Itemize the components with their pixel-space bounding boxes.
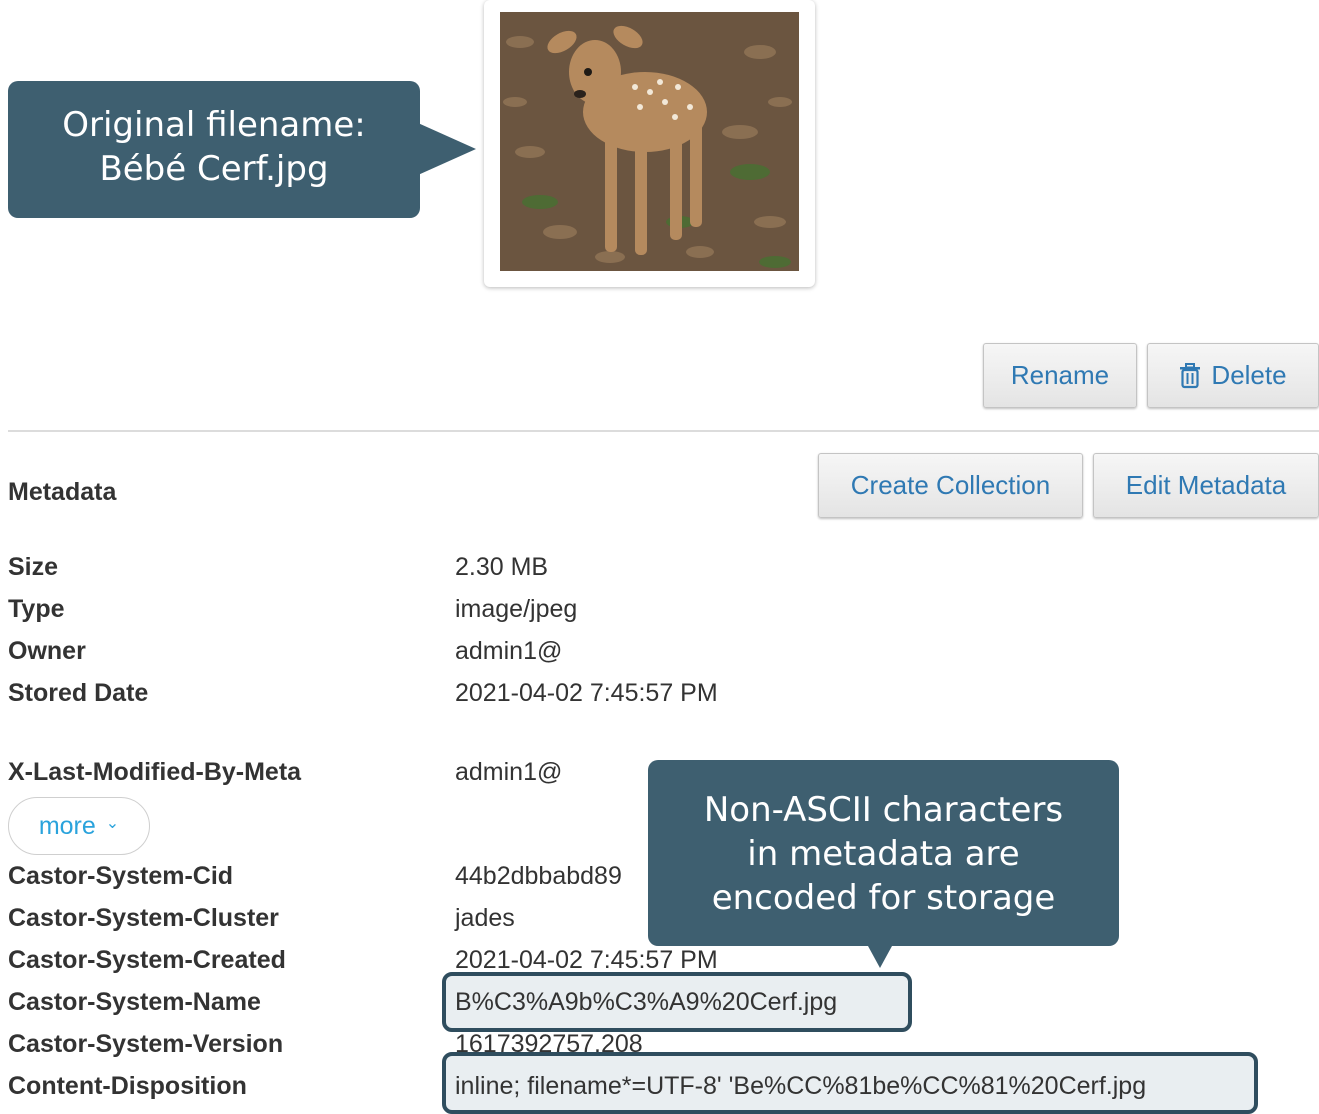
size-value: 2.30 MB (455, 553, 549, 581)
callout-line: encoded for storage (711, 878, 1056, 918)
chevron-down-icon: ⌄ (105, 815, 120, 832)
content-disposition-value: inline; filename*=UTF-8' 'Be%CC%81be%CC%… (455, 1072, 1147, 1100)
system-name-label: Castor-System-Name (8, 988, 261, 1016)
edit-metadata-button[interactable]: Edit Metadata (1093, 453, 1319, 518)
stored-date-label: Stored Date (8, 679, 149, 707)
system-cluster-label: Castor-System-Cluster (8, 904, 279, 932)
callout-line: in metadata are (747, 834, 1020, 874)
fawn-thumbnail-image (500, 12, 799, 271)
last-modified-label: X-Last-Modified-By-Meta (8, 758, 302, 786)
create-collection-button[interactable]: Create Collection (818, 453, 1083, 518)
system-cid-label: Castor-System-Cid (8, 862, 234, 890)
system-cid-value: 44b2dbbabd89 (455, 862, 622, 890)
callout-line: Original filename: (62, 105, 366, 145)
system-version-value: 1617392757.208 (455, 1030, 643, 1058)
section-divider (8, 430, 1319, 432)
stored-date-value: 2021-04-02 7:45:57 PM (455, 679, 718, 707)
system-cluster-value: jades (455, 904, 515, 932)
create-collection-label: Create Collection (850, 470, 1051, 500)
filename-callout: Original filename: Bébé Cerf.jpg (8, 81, 476, 218)
content-disposition-label: Content-Disposition (8, 1072, 247, 1100)
type-label: Type (8, 595, 65, 623)
trash-icon (1179, 362, 1201, 389)
owner-value: admin1@ (455, 637, 563, 665)
more-button-label: more (38, 811, 96, 840)
rename-button[interactable]: Rename (983, 343, 1137, 408)
more-button[interactable]: more ⌄ (8, 797, 150, 855)
size-label: Size (8, 553, 59, 581)
delete-button[interactable]: Delete (1147, 343, 1319, 408)
rename-button-label: Rename (1010, 360, 1110, 390)
delete-button-label: Delete (1211, 360, 1287, 390)
system-version-label: Castor-System-Version (8, 1030, 284, 1058)
callout-line: Bébé Cerf.jpg (99, 149, 329, 189)
type-value: image/jpeg (455, 595, 578, 623)
encoding-callout: Non-ASCII characters in metadata are enc… (648, 760, 1119, 968)
callout-line: Non-ASCII characters (703, 790, 1064, 830)
system-created-value: 2021-04-02 7:45:57 PM (455, 946, 718, 974)
owner-label: Owner (8, 637, 86, 665)
system-created-label: Castor-System-Created (8, 946, 286, 974)
last-modified-value: admin1@ (455, 758, 563, 786)
system-name-value: B%C3%A9b%C3%A9%20Cerf.jpg (455, 988, 838, 1016)
edit-metadata-label: Edit Metadata (1125, 470, 1287, 500)
metadata-section-title: Metadata (8, 478, 117, 506)
thumbnail-card[interactable] (484, 0, 815, 287)
